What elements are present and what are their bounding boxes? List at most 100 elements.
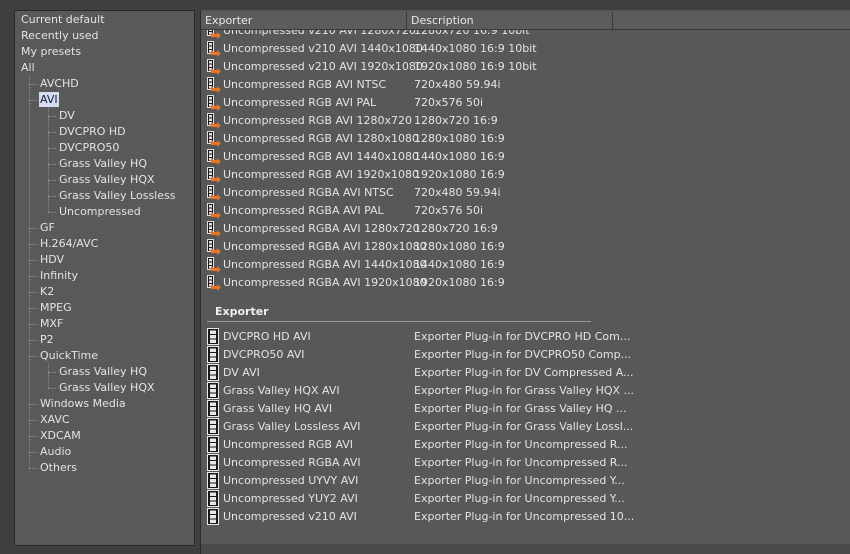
exporter-row[interactable]: Uncompressed v210 AVI Exporter Plug-in fo… (201, 508, 850, 526)
preset-name: Uncompressed RGB AVI 1440x1080 (223, 150, 420, 163)
tree-connector (48, 107, 49, 212)
tree-item[interactable]: QuickTime (39, 348, 99, 363)
tree-item[interactable]: Grass Valley HQ (58, 156, 148, 171)
tree-item[interactable]: Grass Valley HQ (58, 364, 148, 379)
preset-row[interactable]: Uncompressed RGBA AVI PAL 720x576 50i (201, 202, 850, 220)
tree-item[interactable]: Audio (39, 444, 72, 459)
exporter-name: Uncompressed YUY2 AVI (223, 492, 358, 505)
tree-item[interactable]: All (20, 60, 36, 75)
tree-item[interactable]: Recently used (20, 28, 100, 43)
preset-row[interactable]: Uncompressed RGB AVI PAL 720x576 50i (201, 94, 850, 112)
preset-row[interactable]: Uncompressed RGBA AVI 1440x1080 1440x1080… (201, 256, 850, 274)
film-strip-arrow-icon (207, 113, 221, 129)
tree-item[interactable]: Grass Valley HQX (58, 380, 156, 395)
film-strip-icon (207, 418, 219, 435)
film-strip-icon (207, 328, 219, 345)
exporter-name: Uncompressed v210 AVI (223, 510, 357, 523)
preset-row[interactable]: Uncompressed RGB AVI 1280x720 1280x720 16… (201, 112, 850, 130)
tree-item[interactable]: Infinity (39, 268, 79, 283)
exporter-row[interactable]: DVCPRO HD AVI Exporter Plug-in for DVCPRO… (201, 328, 850, 346)
preset-row[interactable]: Uncompressed RGB AVI 1920x1080 1920x1080 … (201, 166, 850, 184)
presets-list[interactable]: Uncompressed v210 AVI 1280x720 1280x720 1… (201, 30, 850, 292)
exporters-list[interactable]: DVCPRO HD AVI Exporter Plug-in for DVCPRO… (201, 328, 850, 544)
preset-name: Uncompressed RGBA AVI PAL (223, 204, 384, 217)
exporter-row[interactable]: Grass Valley HQX AVI Exporter Plug-in for… (201, 382, 850, 400)
exporter-description: Exporter Plug-in for Uncompressed R... (414, 438, 628, 451)
presets-column-header: Exporter Description (201, 12, 850, 30)
preset-name: Uncompressed RGB AVI NTSC (223, 78, 387, 91)
column-header-exporter[interactable]: Exporter (201, 12, 407, 29)
preset-description: 1440x1080 16:9 10bit (414, 42, 537, 55)
tree-item[interactable]: H.264/AVC (39, 236, 99, 251)
exporter-description: Exporter Plug-in for DV Compressed A... (414, 366, 634, 379)
tree-item[interactable]: MXF (39, 316, 64, 331)
preset-name: Uncompressed RGBA AVI 1920x1080 (223, 276, 427, 289)
tree-connector (48, 196, 56, 197)
film-strip-icon (207, 472, 219, 489)
exporter-name: DVCPRO HD AVI (223, 330, 311, 343)
tree-item[interactable]: AVI (39, 92, 59, 107)
tree-item[interactable]: DV (58, 108, 76, 123)
tree-item[interactable]: DVCPRO HD (58, 124, 127, 139)
tree-item[interactable]: GF (39, 220, 56, 235)
exporter-description: Exporter Plug-in for Grass Valley HQX ..… (414, 384, 635, 397)
tree-item[interactable]: K2 (39, 284, 55, 299)
tree-connector (29, 468, 37, 469)
film-strip-icon (207, 382, 219, 399)
tree-item[interactable]: My presets (20, 44, 82, 59)
tree-connector (29, 420, 37, 421)
tree-item[interactable]: Others (39, 460, 78, 475)
preset-description: 1280x1080 16:9 (414, 240, 505, 253)
exporter-description: Exporter Plug-in for Grass Valley HQ ... (414, 402, 627, 415)
tree-item[interactable]: XAVC (39, 412, 71, 427)
exporter-row[interactable]: Uncompressed YUY2 AVI Exporter Plug-in fo… (201, 490, 850, 508)
column-header-description[interactable]: Description (407, 12, 613, 29)
exporter-name: Grass Valley HQ AVI (223, 402, 333, 415)
tree-item[interactable]: MPEG (39, 300, 73, 315)
tree-connector (29, 452, 37, 453)
film-strip-icon (207, 490, 219, 507)
preset-row[interactable]: Uncompressed RGB AVI NTSC 720x480 59.94i (201, 76, 850, 94)
tree-item[interactable]: Grass Valley Lossless (58, 188, 176, 203)
preset-description: 1280x720 16:9 (414, 114, 498, 127)
preset-name: Uncompressed RGBA AVI 1280x1080 (223, 240, 427, 253)
preset-description: 1440x1080 16:9 (414, 258, 505, 271)
preset-name: Uncompressed RGBA AVI NTSC (223, 186, 394, 199)
preset-row[interactable]: Uncompressed RGBA AVI 1280x720 1280x720 1… (201, 220, 850, 238)
tree-item[interactable]: Windows Media (39, 396, 127, 411)
exporter-row[interactable]: Uncompressed UYVY AVI Exporter Plug-in fo… (201, 472, 850, 490)
exporter-row[interactable]: Uncompressed RGB AVI Exporter Plug-in for… (201, 436, 850, 454)
exporter-name: Grass Valley HQX AVI (223, 384, 340, 397)
tree-item[interactable]: Uncompressed (58, 204, 142, 219)
preset-row[interactable]: Uncompressed RGB AVI 1280x1080 1280x1080 … (201, 130, 850, 148)
exporter-row[interactable]: Uncompressed RGBA AVI Exporter Plug-in fo… (201, 454, 850, 472)
preset-row[interactable]: Uncompressed RGB AVI 1440x1080 1440x1080 … (201, 148, 850, 166)
exporter-row[interactable]: DVCPRO50 AVI Exporter Plug-in for DVCPRO5… (201, 346, 850, 364)
preset-row[interactable]: Uncompressed v210 AVI 1280x720 1280x720 1… (201, 30, 850, 40)
preset-row[interactable]: Uncompressed v210 AVI 1440x1080 1440x1080… (201, 40, 850, 58)
tree-connector (48, 132, 56, 133)
tree-item[interactable]: XDCAM (39, 428, 82, 443)
exporter-description: Exporter Plug-in for Uncompressed 10... (414, 510, 635, 523)
preset-description: 1920x1080 16:9 10bit (414, 60, 537, 73)
preset-description: 1280x720 16:9 (414, 222, 498, 235)
category-tree[interactable]: Current default Recently used My presets Al… (14, 10, 195, 546)
tree-item[interactable]: P2 (39, 332, 55, 347)
exporter-row[interactable]: Grass Valley Lossless AVI Exporter Plug-i… (201, 418, 850, 436)
tree-connector (48, 363, 49, 388)
preset-row[interactable]: Uncompressed RGBA AVI 1920x1080 1920x1080… (201, 274, 850, 292)
exporter-row[interactable]: Grass Valley HQ AVI Exporter Plug-in for … (201, 400, 850, 418)
preset-name: Uncompressed RGB AVI PAL (223, 96, 377, 109)
tree-item[interactable]: DVCPRO50 (58, 140, 120, 155)
preset-row[interactable]: Uncompressed v210 AVI 1920x1080 1920x1080… (201, 58, 850, 76)
tree-item[interactable]: Grass Valley HQX (58, 172, 156, 187)
tree-item[interactable]: Current default (20, 12, 106, 27)
horizontal-scrollbar[interactable] (201, 544, 850, 554)
tree-item[interactable]: AVCHD (39, 76, 80, 91)
preset-row[interactable]: Uncompressed RGBA AVI 1280x1080 1280x1080… (201, 238, 850, 256)
tree-connector (48, 148, 56, 149)
preset-row[interactable]: Uncompressed RGBA AVI NTSC 720x480 59.94i (201, 184, 850, 202)
film-strip-arrow-icon (207, 59, 221, 75)
tree-item[interactable]: HDV (39, 252, 65, 267)
exporter-row[interactable]: DV AVI Exporter Plug-in for DV Compressed… (201, 364, 850, 382)
